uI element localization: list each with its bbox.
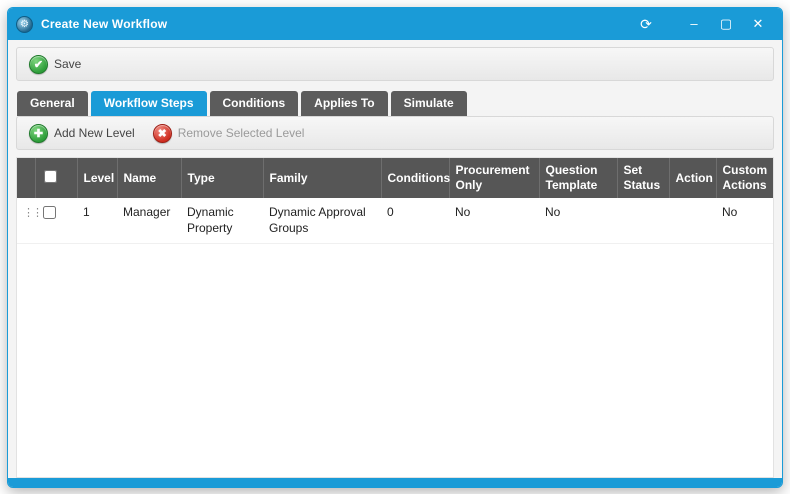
maximize-button[interactable]: ▢ (712, 13, 740, 35)
title-bar: ⚙ Create New Workflow ⟳ – ▢ ✕ (8, 8, 782, 40)
row-select-cell (35, 198, 77, 244)
cell-custom-actions: No (716, 198, 773, 244)
drag-handle-icon[interactable]: ⋮⋮ (23, 206, 41, 218)
tab-conditions[interactable]: Conditions (210, 91, 299, 116)
col-header-procurement-only[interactable]: Procurement Only (449, 158, 539, 198)
cell-procurement-only: No (449, 198, 539, 244)
close-button[interactable]: ✕ (744, 13, 772, 35)
row-drag-cell: ⋮⋮ (17, 198, 35, 244)
create-new-workflow-dialog: ⚙ Create New Workflow ⟳ – ▢ ✕ ✔ Save Gen… (7, 7, 783, 488)
col-header-name[interactable]: Name (117, 158, 181, 198)
col-header-question-template[interactable]: Question Template (539, 158, 617, 198)
add-plus-icon: ✚ (29, 124, 48, 143)
save-check-icon: ✔ (29, 55, 48, 74)
col-header-type[interactable]: Type (181, 158, 263, 198)
col-header-conditions[interactable]: Conditions (381, 158, 449, 198)
refresh-icon[interactable]: ⟳ (632, 13, 660, 35)
cell-question-template: No (539, 198, 617, 244)
col-header-family[interactable]: Family (263, 158, 381, 198)
row-checkbox[interactable] (43, 206, 56, 219)
cell-family: Dynamic Approval Groups (263, 198, 381, 244)
dialog-content: ✔ Save General Workflow Steps Conditions… (8, 40, 782, 478)
tab-applies-to[interactable]: Applies To (301, 91, 387, 116)
workflow-steps-table: Level Name Type Family Conditions Procur… (16, 157, 774, 478)
add-new-level-button[interactable]: ✚ Add New Level (25, 121, 143, 146)
cell-action (669, 198, 716, 244)
select-all-header (35, 158, 77, 198)
table-row[interactable]: ⋮⋮ 1 Manager Dynamic Property Dynamic Ap… (17, 198, 773, 244)
save-label: Save (54, 57, 81, 71)
add-new-level-label: Add New Level (54, 126, 135, 140)
window-controls: ⟳ – ▢ ✕ (632, 13, 772, 35)
drag-handle-header (17, 158, 35, 198)
save-toolbar: ✔ Save (16, 47, 774, 81)
cell-set-status (617, 198, 669, 244)
table-header-row: Level Name Type Family Conditions Procur… (17, 158, 773, 198)
col-header-level[interactable]: Level (77, 158, 117, 198)
remove-selected-level-label: Remove Selected Level (178, 126, 305, 140)
cell-level: 1 (77, 198, 117, 244)
remove-cross-icon: ✖ (153, 124, 172, 143)
app-gear-icon: ⚙ (16, 16, 33, 33)
cell-conditions: 0 (381, 198, 449, 244)
level-toolbar: ✚ Add New Level ✖ Remove Selected Level (16, 116, 774, 150)
window-bottom-border (8, 478, 782, 487)
cell-type: Dynamic Property (181, 198, 263, 244)
select-all-checkbox[interactable] (44, 170, 57, 183)
cell-name: Manager (117, 198, 181, 244)
window-title: Create New Workflow (41, 17, 632, 31)
tab-general[interactable]: General (17, 91, 88, 116)
tab-simulate[interactable]: Simulate (391, 91, 467, 116)
save-button[interactable]: ✔ Save (25, 52, 89, 77)
tab-workflow-steps[interactable]: Workflow Steps (91, 91, 207, 116)
col-header-custom-actions[interactable]: Custom Actions (716, 158, 773, 198)
tab-strip: General Workflow Steps Conditions Applie… (16, 90, 774, 116)
col-header-set-status[interactable]: Set Status (617, 158, 669, 198)
minimize-button[interactable]: – (680, 13, 708, 35)
col-header-action[interactable]: Action (669, 158, 716, 198)
remove-selected-level-button[interactable]: ✖ Remove Selected Level (149, 121, 313, 146)
